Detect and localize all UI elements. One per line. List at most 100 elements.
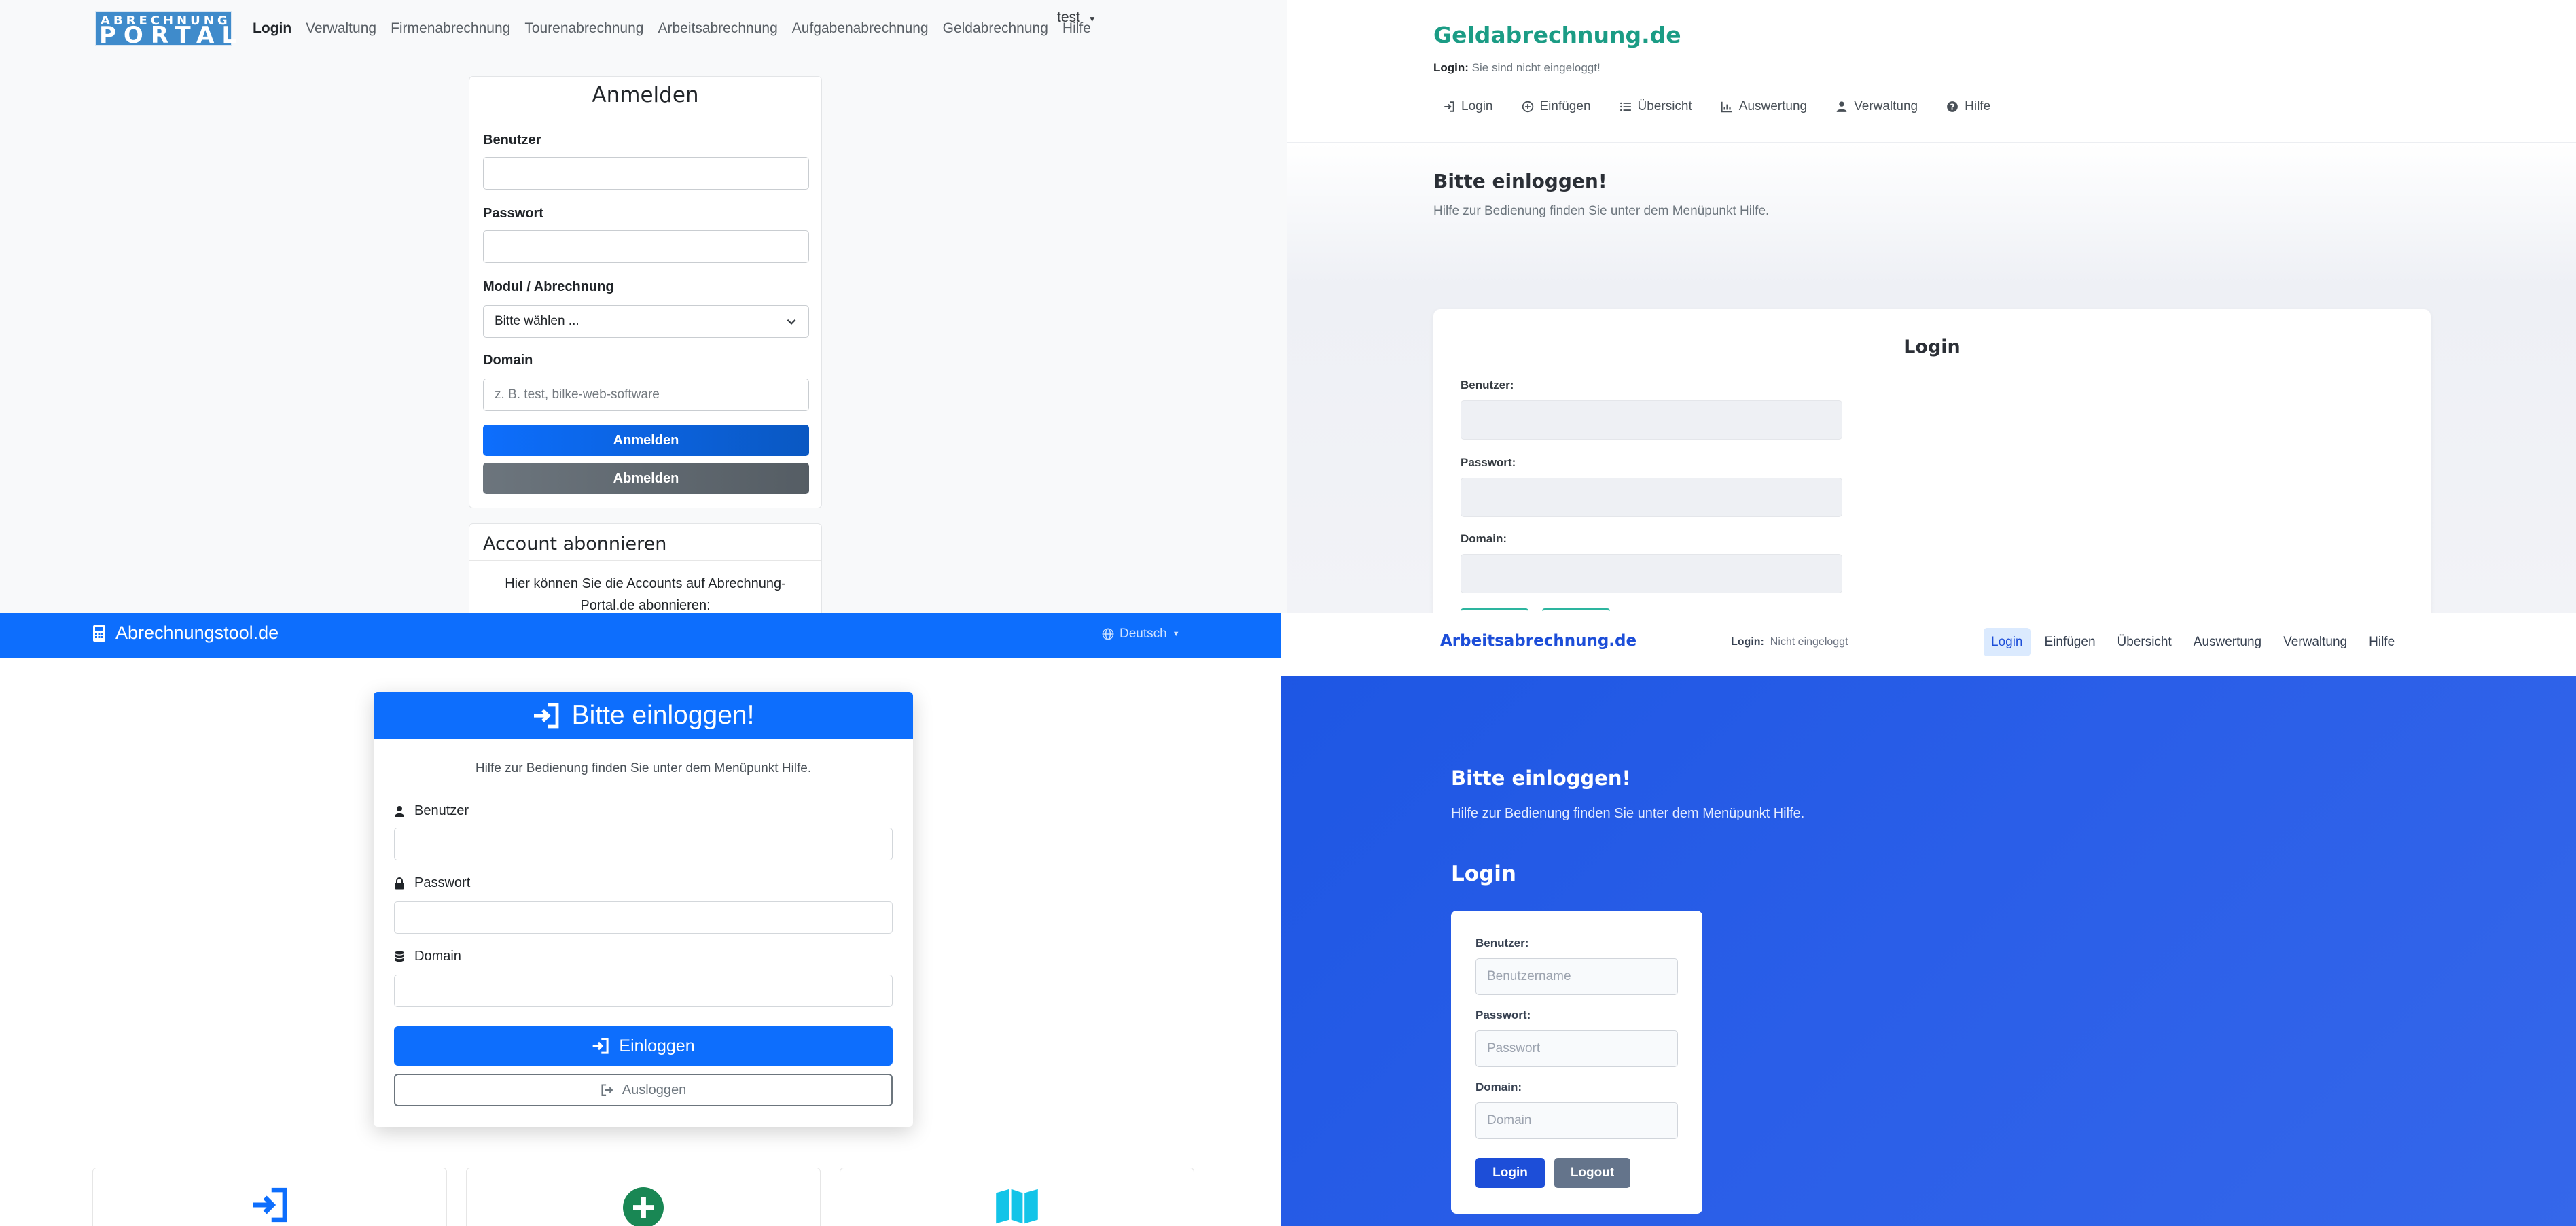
sign-in-icon: [253, 1187, 287, 1223]
user-input[interactable]: Benutzername: [1475, 958, 1678, 995]
password-input[interactable]: [1461, 478, 1842, 517]
module-label: Modul / Abrechnung: [483, 279, 614, 294]
question-circle-icon: ?: [1947, 101, 1958, 112]
svg-text:?: ?: [1950, 103, 1955, 112]
portal-window: ABRECHNUNG PORTAL Login Verwaltung Firme…: [0, 0, 1287, 613]
nav-item-einfuegen[interactable]: Einfügen: [1522, 99, 1591, 114]
nav-item-aufgabenabrechnung[interactable]: Aufgabenabrechnung: [792, 20, 929, 37]
globe-icon: [1102, 628, 1114, 640]
domain-input[interactable]: [1461, 554, 1842, 593]
logout-button[interactable]: [1542, 608, 1610, 613]
user-input[interactable]: [483, 157, 809, 190]
nav-item-label: Auswertung: [1738, 99, 1808, 113]
user-label: Benutzer:: [1475, 936, 1529, 949]
module-select[interactable]: Bitte wählen ...: [483, 305, 809, 338]
login-card: Bitte einloggen! Hilfe zur Bedienung fin…: [374, 692, 913, 1127]
login-button[interactable]: Einloggen: [394, 1026, 893, 1066]
logout-button[interactable]: Logout: [1554, 1158, 1630, 1188]
nav-item-arbeitsabrechnung[interactable]: Arbeitsabrechnung: [658, 20, 777, 37]
sign-in-icon: [533, 703, 558, 729]
nav-item-verwaltung[interactable]: Verwaltung: [2276, 628, 2355, 656]
nav-item-firmenabrechnung[interactable]: Firmenabrechnung: [391, 20, 510, 37]
nav-item-einfuegen[interactable]: Einfügen: [2037, 628, 2103, 656]
password-label: Passwort: [483, 206, 543, 221]
login-button[interactable]: [1461, 608, 1528, 613]
tool-brand-text: Abrechnungstool.de: [115, 623, 279, 643]
nav-item-login[interactable]: Login: [253, 20, 291, 37]
chart-bar-icon: [1721, 101, 1732, 113]
sign-in-icon: [1444, 101, 1454, 112]
nav-item-tourenabrechnung[interactable]: Tourenabrechnung: [524, 20, 643, 37]
sign-in-icon: [593, 1038, 609, 1054]
domain-input[interactable]: z. B. test, bilke-web-software: [483, 379, 809, 411]
password-input[interactable]: Passwort: [1475, 1030, 1678, 1067]
page-heading: Bitte einloggen!: [1433, 170, 1607, 192]
page-heading: Bitte einloggen!: [1451, 767, 1631, 790]
arbeit-navbar: Arbeitsabrechnung.de Login: Nicht eingel…: [1281, 613, 2576, 676]
nav-item-label: Einfügen: [1539, 99, 1591, 113]
feature-tile-login[interactable]: [92, 1168, 447, 1226]
domain-label: Domain: [483, 353, 533, 368]
language-dropdown[interactable]: Deutsch ▼: [1102, 627, 1180, 642]
user-label-text: Benutzer: [414, 803, 469, 818]
user-icon: [395, 805, 404, 817]
logout-button[interactable]: Ausloggen: [394, 1074, 893, 1106]
geld-brand[interactable]: Geldabrechnung.de: [1433, 22, 1681, 48]
logout-button-label: Ausloggen: [622, 1082, 687, 1098]
tool-navbar: Abrechnungstool.de Deutsch ▼: [0, 613, 1281, 658]
logout-button[interactable]: Abmelden: [483, 463, 809, 494]
password-input[interactable]: [483, 230, 809, 263]
user-input[interactable]: [1461, 400, 1842, 440]
nav-item-uebersicht[interactable]: Übersicht: [1620, 99, 1692, 114]
domain-label: Domain:: [1475, 1081, 1522, 1093]
nav-item-geldabrechnung[interactable]: Geldabrechnung: [943, 20, 1048, 37]
nav-item-uebersicht[interactable]: Übersicht: [2110, 628, 2179, 656]
login-card: Benutzer: Benutzername Passwort: Passwor…: [1451, 911, 1702, 1214]
subscribe-card: Account abonnieren Hier können Sie die A…: [469, 523, 822, 613]
portal-menu: Login Verwaltung Firmenabrechnung Touren…: [253, 20, 1091, 37]
arbeit-brand[interactable]: Arbeitsabrechnung.de: [1440, 632, 1636, 650]
login-card-title: Login: [1903, 336, 1961, 357]
nav-item-verwaltung[interactable]: Verwaltung: [306, 20, 376, 37]
nav-item-label: Login: [1461, 99, 1493, 113]
help-text: Hilfe zur Bedienung finden Sie unter dem…: [475, 761, 812, 775]
nav-item-login[interactable]: Login: [1984, 628, 2031, 656]
subscribe-card-title: Account abonnieren: [469, 524, 821, 561]
nav-item-hilfe[interactable]: Hilfe: [2361, 628, 2402, 656]
login-button[interactable]: Login: [1475, 1158, 1545, 1188]
tool-brand[interactable]: Abrechnungstool.de: [92, 623, 279, 644]
nav-item-auswertung[interactable]: Auswertung: [1721, 99, 1807, 114]
nav-item-label: Hilfe: [1965, 99, 1991, 113]
nav-item-login[interactable]: Login: [1443, 99, 1493, 114]
login-card: Anmelden Benutzer Passwort Modul / Abrec…: [469, 76, 822, 508]
feature-tile-add[interactable]: [466, 1168, 821, 1226]
login-status-label: Login:: [1731, 636, 1764, 648]
nav-item-label: Verwaltung: [1854, 99, 1918, 113]
map-icon: [996, 1189, 1038, 1224]
login-card-title: Anmelden: [469, 77, 821, 113]
login-button[interactable]: Anmelden: [483, 425, 809, 456]
sign-out-icon: [601, 1084, 613, 1096]
login-status-label: Login:: [1433, 61, 1469, 74]
domain-input[interactable]: Domain: [1475, 1102, 1678, 1139]
nav-item-verwaltung[interactable]: Verwaltung: [1836, 99, 1918, 114]
domain-input[interactable]: [394, 975, 893, 1007]
feature-tile-map[interactable]: [840, 1168, 1194, 1226]
caret-down-icon: ▼: [1088, 14, 1096, 24]
arbeit-menu: Login Einfügen Übersicht Auswertung Verw…: [1984, 628, 2402, 656]
password-label: Passwort:: [1461, 456, 1516, 469]
plus-circle-icon: [1522, 101, 1533, 113]
page-subheading: Hilfe zur Bedienung finden Sie unter dem…: [1451, 806, 1805, 821]
login-card-header: Bitte einloggen!: [374, 692, 913, 739]
user-dropdown[interactable]: test ▼: [1057, 10, 1096, 26]
portal-logo[interactable]: ABRECHNUNG PORTAL: [95, 11, 236, 47]
user-input[interactable]: [394, 828, 893, 860]
password-label: Passwort: [394, 875, 470, 891]
password-input[interactable]: [394, 901, 893, 934]
login-card: Login Benutzer: Passwort: Domain:: [1433, 309, 2431, 613]
plus-circle-icon: [623, 1187, 664, 1226]
database-icon: [395, 951, 404, 962]
nav-item-label: Übersicht: [1637, 99, 1692, 113]
nav-item-auswertung[interactable]: Auswertung: [2186, 628, 2269, 656]
nav-item-hilfe[interactable]: ? Hilfe: [1946, 99, 1990, 114]
